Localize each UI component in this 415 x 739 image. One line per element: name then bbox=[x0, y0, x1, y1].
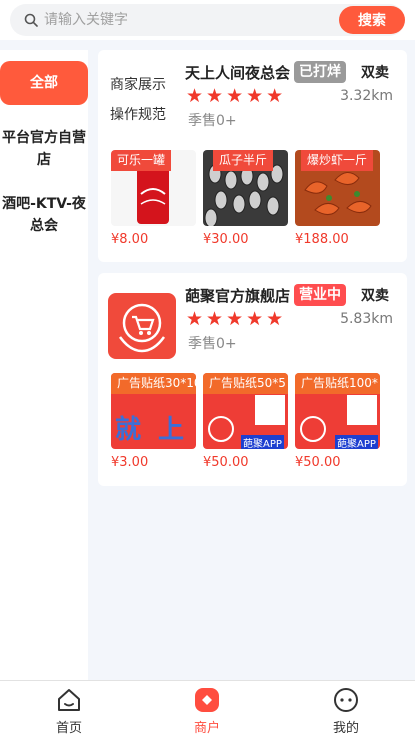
product-label: 爆炒虾一斤 bbox=[301, 150, 374, 171]
product-list: 可乐一罐 ¥8.00 瓜子半斤 ¥30.00 爆炒虾一斤 ¥188.00 bbox=[111, 150, 403, 250]
status-badge: 已打烊 bbox=[294, 61, 346, 83]
product-image: 可乐一罐 bbox=[111, 150, 196, 226]
product-item[interactable]: 可乐一罐 ¥8.00 bbox=[111, 150, 196, 247]
search-box[interactable]: 搜索 bbox=[10, 4, 405, 36]
category-item-official-store[interactable]: 平台官方自营店 bbox=[0, 127, 88, 171]
product-item[interactable]: 瓜子半斤 ¥30.00 bbox=[203, 150, 288, 247]
product-item[interactable]: 葩聚APP 广告贴纸100* ¥50.00 bbox=[295, 373, 380, 470]
product-label: 瓜子半斤 bbox=[213, 150, 274, 171]
store-distance: 5.83km bbox=[340, 311, 393, 327]
product-item[interactable]: 爆炒虾一斤 ¥188.00 bbox=[295, 150, 380, 247]
category-item-all[interactable]: 全部 bbox=[0, 61, 88, 105]
tab-profile[interactable]: 我的 bbox=[306, 686, 386, 736]
rating-stars: ★★★★★ bbox=[186, 85, 287, 107]
search-icon bbox=[24, 13, 38, 27]
store-card[interactable]: 葩聚官方旗舰店 营业中 双卖 ★★★★★ 5.83km 季售0+ 就 上 广告贴… bbox=[98, 273, 407, 486]
product-label: 可乐一罐 bbox=[111, 150, 172, 171]
product-label: 广告贴纸100* bbox=[295, 373, 380, 394]
product-image: 葩聚APP 广告贴纸100* bbox=[295, 373, 380, 449]
tab-label: 商户 bbox=[193, 721, 220, 736]
product-price: ¥8.00 bbox=[111, 232, 149, 247]
product-image-text: 就 上 bbox=[115, 415, 189, 445]
store-name: 葩聚官方旗舰店 bbox=[185, 287, 291, 305]
product-price: ¥30.00 bbox=[203, 232, 249, 247]
category-item-bar-ktv[interactable]: 酒吧-KTV-夜总会 bbox=[0, 193, 88, 237]
store-name: 天上人间夜总会 bbox=[185, 64, 291, 82]
store-distance: 3.32km bbox=[340, 88, 393, 104]
rating-stars: ★★★★★ bbox=[186, 308, 287, 330]
store-sales: 季售0+ bbox=[188, 336, 237, 352]
delivery-type: 双卖 bbox=[361, 65, 389, 81]
profile-icon bbox=[334, 688, 358, 712]
product-image-text: 葩聚APP bbox=[335, 435, 378, 449]
product-image: 爆炒虾一斤 bbox=[295, 150, 380, 226]
store-logo bbox=[108, 293, 176, 359]
search-input[interactable] bbox=[44, 4, 334, 36]
category-sidebar: 全部 平台官方自营店 酒吧-KTV-夜总会 bbox=[0, 50, 88, 680]
product-label: 广告贴纸50*5 bbox=[203, 373, 288, 394]
product-image-text: 葩聚APP bbox=[241, 435, 284, 449]
tab-merchant[interactable]: 商户 bbox=[167, 686, 247, 736]
product-price: ¥3.00 bbox=[111, 455, 149, 470]
bottom-tab-bar: 首页 商户 我的 bbox=[0, 680, 415, 739]
store-card[interactable]: 商家展示 操作规范 天上人间夜总会 已打烊 双卖 ★★★★★ 3.32km 季售… bbox=[98, 50, 407, 262]
product-price: ¥188.00 bbox=[295, 232, 349, 247]
product-image: 葩聚APP 广告贴纸50*5 bbox=[203, 373, 288, 449]
search-button[interactable]: 搜索 bbox=[339, 6, 405, 34]
store-sales: 季售0+ bbox=[188, 113, 237, 129]
product-image: 瓜子半斤 bbox=[203, 150, 288, 226]
tab-label: 首页 bbox=[55, 721, 82, 736]
product-image: 就 上 广告贴纸30*10 bbox=[111, 373, 196, 449]
store-logo-text: 商家展示 bbox=[110, 77, 166, 93]
product-price: ¥50.00 bbox=[295, 455, 341, 470]
shopping-cart-hands-icon bbox=[118, 303, 166, 353]
product-list: 就 上 广告贴纸30*10 ¥3.00 葩聚APP 广告贴纸50*5 ¥50.0… bbox=[111, 373, 403, 473]
product-price: ¥50.00 bbox=[203, 455, 249, 470]
tab-home[interactable]: 首页 bbox=[29, 686, 109, 736]
status-badge: 营业中 bbox=[294, 284, 346, 306]
store-logo: 商家展示 操作规范 bbox=[110, 70, 176, 128]
product-item[interactable]: 葩聚APP 广告贴纸50*5 ¥50.00 bbox=[203, 373, 288, 470]
home-icon bbox=[58, 689, 80, 711]
store-logo-text: 操作规范 bbox=[110, 107, 166, 123]
tab-label: 我的 bbox=[332, 721, 359, 736]
merchant-icon bbox=[195, 688, 219, 712]
search-bar: 搜索 bbox=[0, 0, 415, 40]
delivery-type: 双卖 bbox=[361, 288, 389, 304]
product-item[interactable]: 就 上 广告贴纸30*10 ¥3.00 bbox=[111, 373, 196, 470]
product-label: 广告贴纸30*10 bbox=[111, 373, 196, 394]
